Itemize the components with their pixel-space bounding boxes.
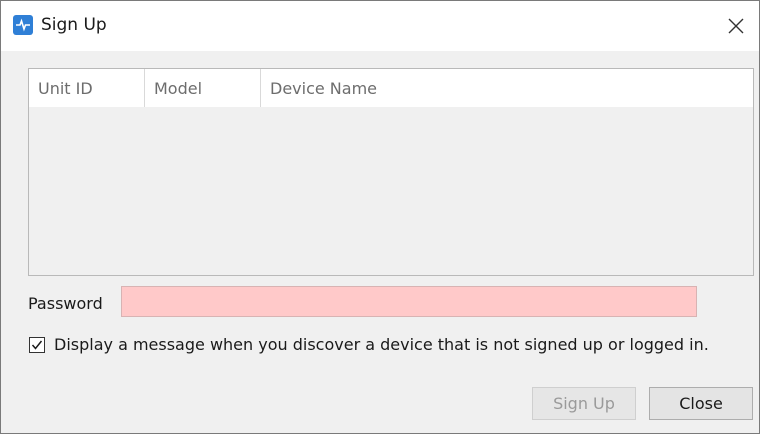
window-title: Sign Up (41, 15, 107, 35)
close-icon[interactable] (719, 9, 753, 43)
device-table[interactable]: Unit ID Model Device Name (28, 68, 754, 276)
password-label: Password (28, 294, 103, 313)
column-header-device-name[interactable]: Device Name (261, 69, 753, 107)
close-button[interactable]: Close (649, 387, 753, 420)
table-header: Unit ID Model Device Name (29, 69, 753, 107)
sign-up-dialog: Sign Up Unit ID Model Device Name Passwo… (0, 0, 760, 434)
column-header-model[interactable]: Model (145, 69, 261, 107)
password-input[interactable] (121, 286, 697, 317)
column-header-unit-id[interactable]: Unit ID (29, 69, 145, 107)
title-bar: Sign Up (1, 1, 759, 51)
sign-up-button[interactable]: Sign Up (532, 387, 636, 420)
display-message-label[interactable]: Display a message when you discover a de… (54, 335, 709, 354)
display-message-checkbox[interactable] (29, 337, 45, 353)
app-icon (13, 15, 33, 35)
